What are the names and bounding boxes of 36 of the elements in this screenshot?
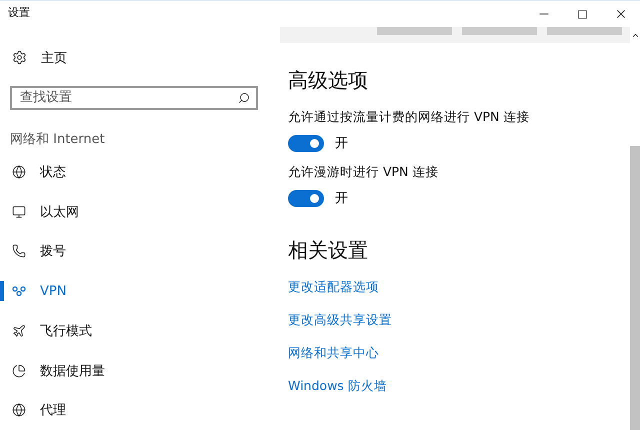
settings-link[interactable]: 更改适配器选项 (270, 271, 379, 304)
scrollbar-thumb[interactable] (630, 146, 640, 430)
section-heading: 高级选项 (287, 67, 369, 94)
nav-item[interactable]: 以太网 (0, 192, 270, 232)
pie-chart-icon (12, 364, 26, 378)
toggle-switch[interactable] (288, 134, 324, 152)
toggle-state: 开 (335, 135, 348, 152)
option-label: 允许漫游时进行 VPN 连接 (287, 164, 440, 181)
scroll-up-icon[interactable] (630, 31, 640, 40)
search-icon (238, 92, 250, 104)
maximize-icon[interactable] (577, 8, 588, 20)
settings-icon (12, 50, 27, 66)
phone-icon (12, 244, 26, 258)
nav-item[interactable]: 代理 (0, 390, 270, 430)
nav-item[interactable]: VPN (0, 271, 270, 311)
nav-item[interactable]: 数据使用量 (0, 350, 270, 390)
globe-icon (12, 165, 26, 180)
nav-item[interactable]: 飞行模式 (0, 311, 270, 351)
monitor-icon (12, 204, 26, 219)
toggle-state: 开 (335, 190, 348, 207)
nav-item[interactable]: 状态 (0, 152, 270, 192)
option-label: 允许通过按流量计费的网络进行 VPN 连接 (287, 109, 530, 126)
close-icon[interactable] (614, 7, 628, 21)
settings-link[interactable]: 更改高级共享设置 (270, 304, 392, 337)
plane-icon (12, 324, 26, 338)
section-heading: 相关设置 (287, 237, 369, 264)
toggle-switch[interactable] (288, 190, 324, 206)
globe-icon (12, 403, 26, 418)
settings-link[interactable]: Windows 防火墙 (270, 370, 387, 403)
settings-link[interactable]: 网络和共享中心 (270, 337, 379, 370)
nav-item[interactable]: 拨号 (0, 232, 270, 272)
search-field[interactable]: 查找设置 (10, 86, 258, 110)
section-heading: 网络和 Internet (9, 131, 106, 150)
window-title: 设置 (7, 5, 31, 21)
vpn-icon (12, 286, 26, 296)
home-link[interactable]: 主页 (0, 38, 270, 77)
